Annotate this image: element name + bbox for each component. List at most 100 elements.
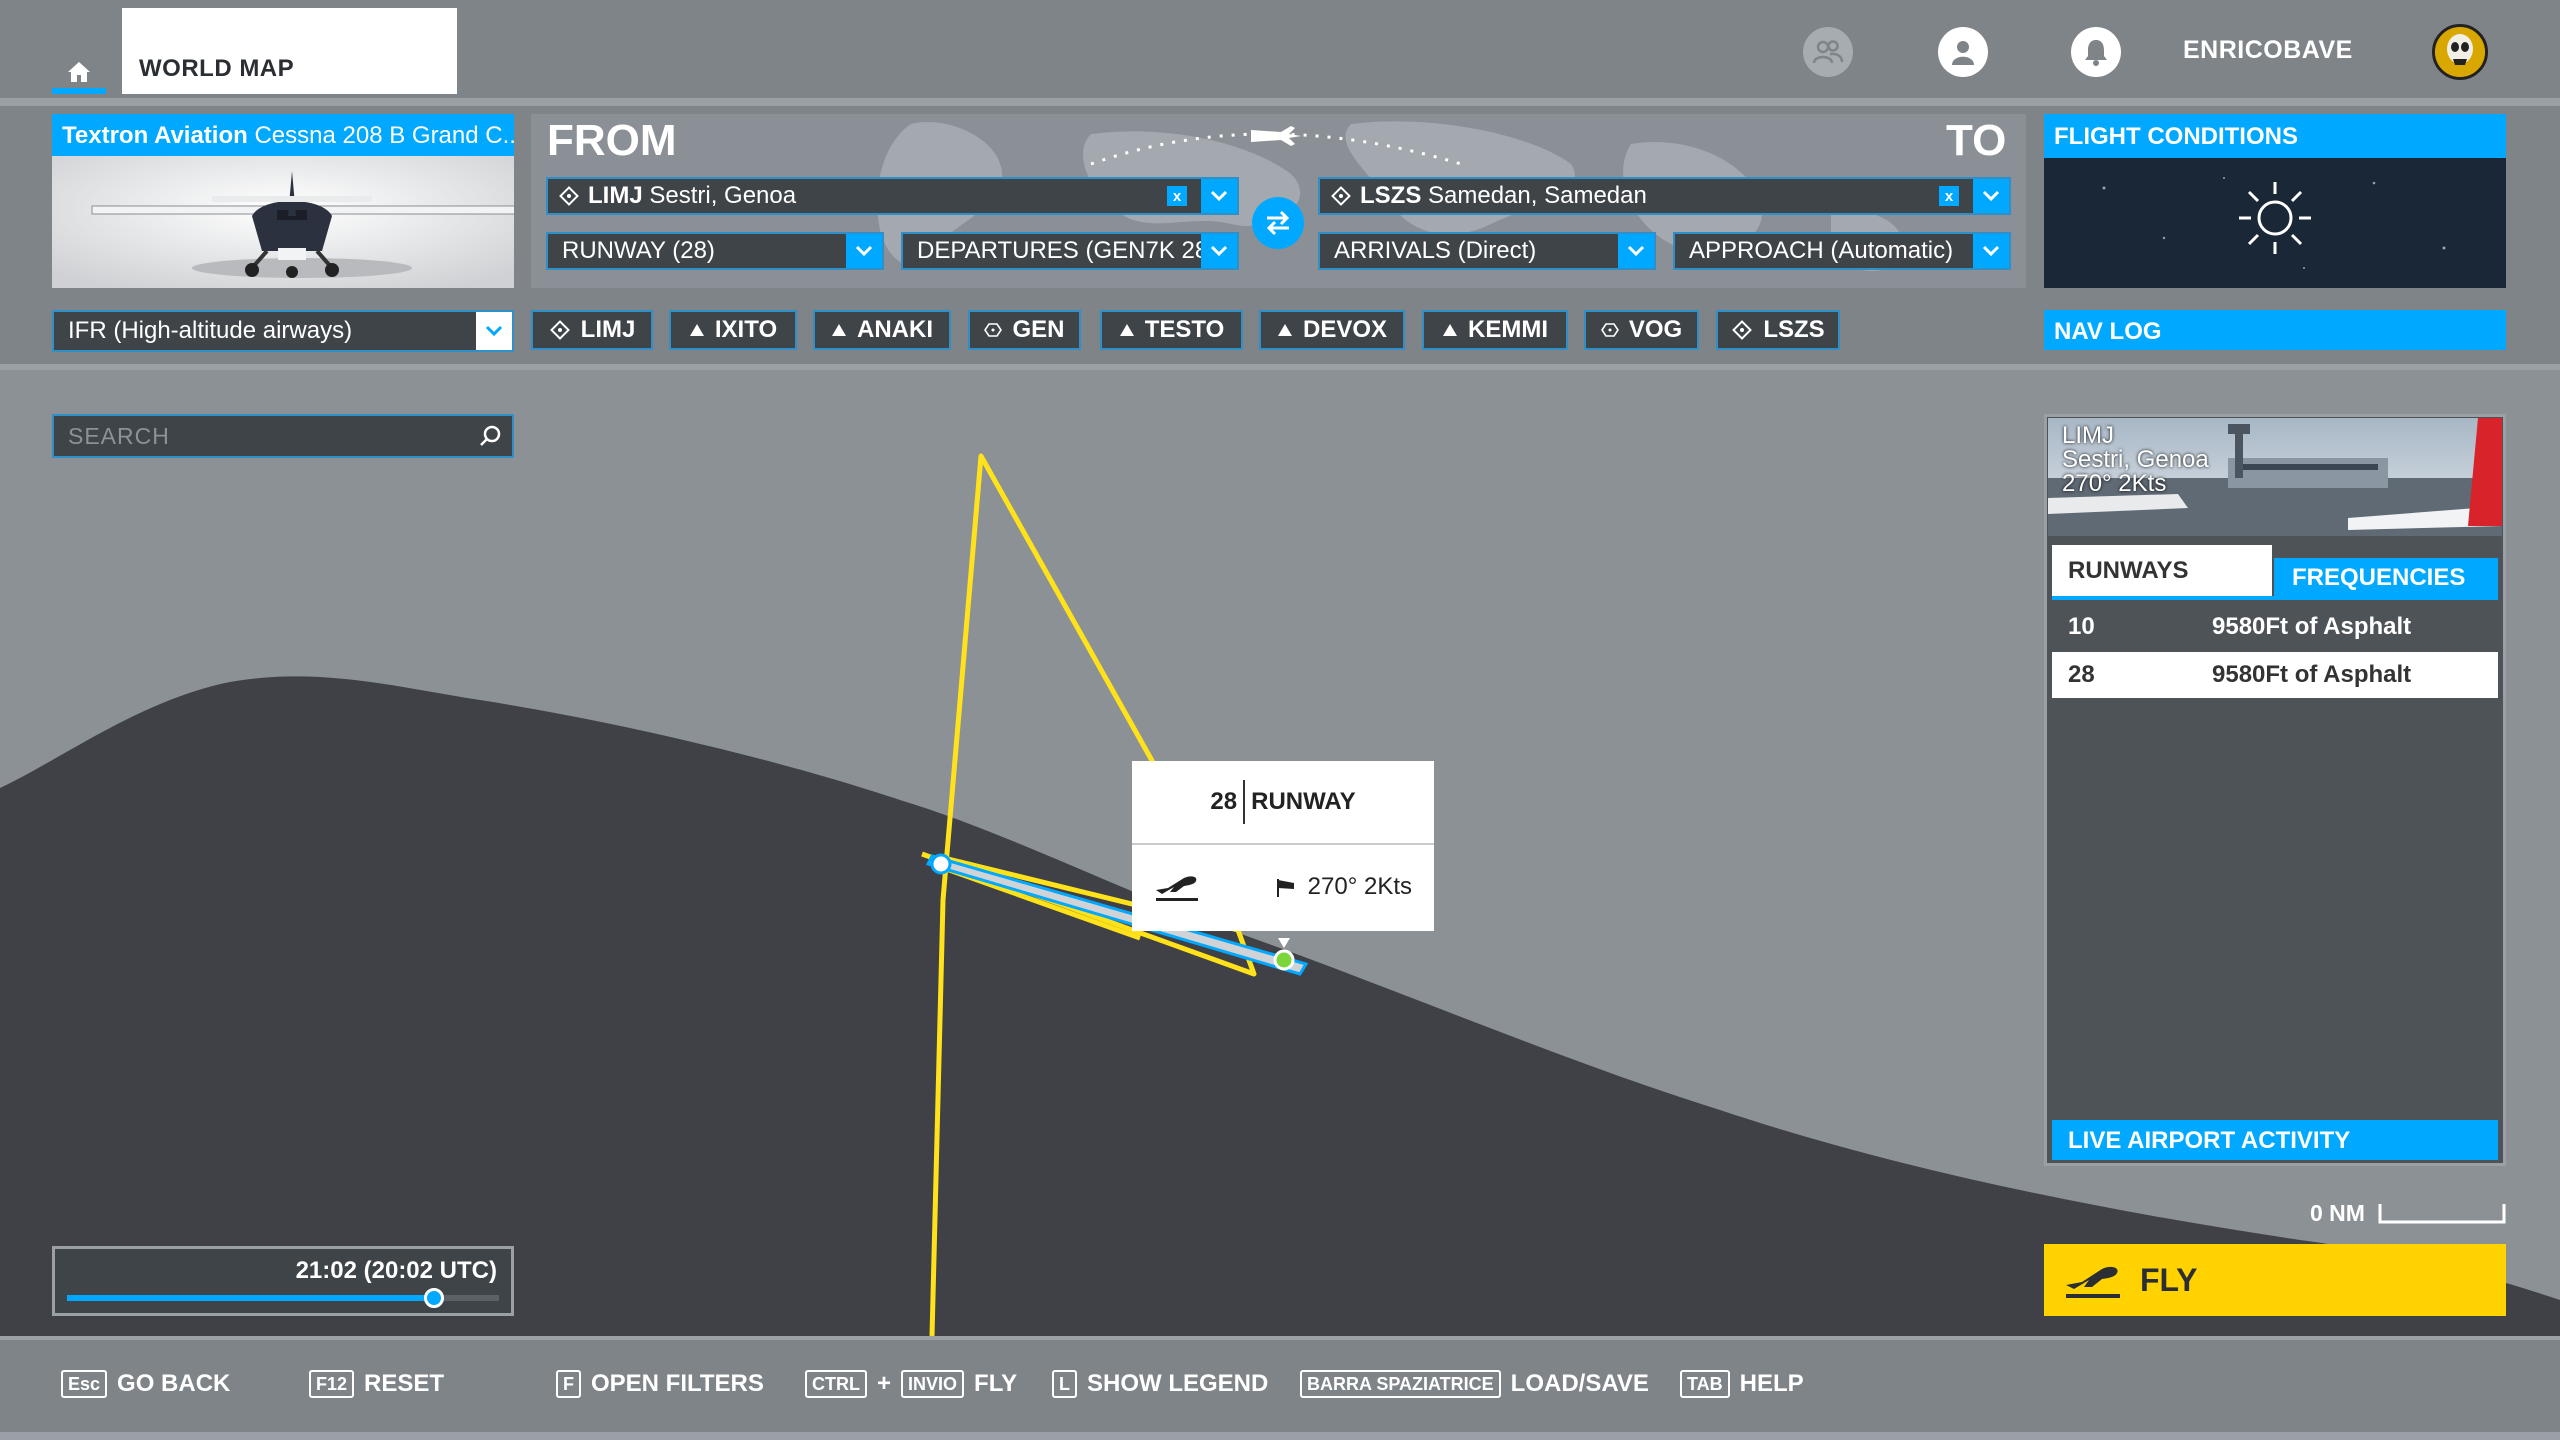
chevron-down-icon bbox=[855, 245, 873, 257]
hotkey-label: HELP bbox=[1739, 1370, 1804, 1397]
airport-icon bbox=[559, 186, 579, 206]
key-cap: INVIO bbox=[901, 1370, 965, 1398]
fly-button-label: FLY bbox=[2140, 1261, 2198, 1298]
flight-plan-type-select[interactable]: IFR (High-altitude airways) bbox=[52, 310, 514, 352]
aircraft-brand: Textron Aviation bbox=[62, 122, 248, 149]
search-input[interactable] bbox=[54, 422, 478, 450]
hotkey-fly[interactable]: CTRL + INVIO FLY bbox=[805, 1370, 1017, 1398]
destination-dropdown-button[interactable] bbox=[1973, 179, 2009, 213]
key-cap: F12 bbox=[309, 1370, 355, 1398]
chevron-down-icon bbox=[1627, 245, 1645, 257]
key-cap: F bbox=[556, 1370, 581, 1398]
wind-value: 270° 2Kts bbox=[1307, 873, 1412, 900]
avatar[interactable] bbox=[2432, 24, 2488, 80]
waypoint-anaki[interactable]: ANAKI bbox=[813, 310, 951, 350]
map-scale: 0 NM bbox=[2310, 1200, 2506, 1230]
live-airport-activity-button[interactable]: LIVE AIRPORT ACTIVITY bbox=[2052, 1120, 2498, 1160]
flight-plan-type-dropdown-button[interactable] bbox=[476, 312, 512, 350]
aircraft-card[interactable]: Textron Aviation Cessna 208 B Grand C... bbox=[52, 114, 514, 288]
waypoint-ixito[interactable]: IXITO bbox=[669, 310, 797, 350]
time-of-day-panel[interactable]: 21:02 (20:02 UTC) bbox=[52, 1246, 514, 1316]
airport-icon bbox=[1331, 186, 1351, 206]
runway-label: RUNWAY bbox=[1251, 788, 1356, 815]
swap-airports-button[interactable] bbox=[1252, 197, 1304, 249]
takeoff-icon bbox=[1156, 876, 1198, 901]
time-slider[interactable] bbox=[67, 1288, 499, 1308]
runway-row-28[interactable]: 28 9580Ft of Asphalt bbox=[2052, 652, 2498, 698]
waypoint-vog[interactable]: VOG bbox=[1584, 310, 1699, 350]
chevron-down-icon bbox=[1210, 190, 1228, 202]
arrivals-select-value: ARRIVALS (Direct) bbox=[1334, 237, 1537, 264]
runway-row-number: 28 bbox=[2068, 661, 2095, 688]
airport-wind: 270° 2Kts bbox=[2062, 470, 2167, 497]
waypoint-label: LIMJ bbox=[580, 316, 636, 343]
triangle-icon bbox=[1443, 324, 1457, 336]
tab-frequencies[interactable]: FREQUENCIES bbox=[2274, 558, 2498, 596]
chevron-down-icon bbox=[485, 325, 503, 337]
runway-row-info: 9580Ft of Asphalt bbox=[2212, 613, 2412, 640]
nav-log-button[interactable]: NAV LOG bbox=[2044, 310, 2506, 350]
username[interactable]: ENRICOBAVE bbox=[2183, 36, 2353, 65]
time-label: 21:02 (20:02 UTC) bbox=[295, 1257, 497, 1284]
hotkey-go-back[interactable]: Esc GO BACK bbox=[61, 1370, 230, 1398]
home-icon bbox=[68, 62, 90, 82]
hotkey-show-legend[interactable]: L SHOW LEGEND bbox=[1052, 1370, 1268, 1398]
divider bbox=[1243, 780, 1246, 824]
hotkey-load-save[interactable]: BARRA SPAZIATRICE LOAD/SAVE bbox=[1300, 1370, 1649, 1398]
runway-dropdown-button[interactable] bbox=[846, 234, 882, 268]
hotkey-reset[interactable]: F12 RESET bbox=[309, 1370, 444, 1398]
hotkey-open-filters[interactable]: F OPEN FILTERS bbox=[556, 1370, 764, 1398]
notifications-bell-icon[interactable] bbox=[2071, 27, 2121, 77]
windsock-icon bbox=[1276, 879, 1294, 897]
waypoint-label: DEVOX bbox=[1302, 316, 1388, 343]
waypoint-kemmi[interactable]: KEMMI bbox=[1422, 310, 1568, 350]
chevron-down-icon bbox=[1210, 245, 1228, 257]
key-cap: L bbox=[1052, 1370, 1077, 1398]
scale-label: 0 NM bbox=[2310, 1200, 2365, 1226]
chevron-down-icon bbox=[1982, 245, 2000, 257]
top-bar-divider bbox=[0, 98, 2560, 106]
search-icon[interactable] bbox=[478, 424, 502, 448]
tab-runways[interactable]: RUNWAYS bbox=[2052, 545, 2272, 599]
origin-airport-field[interactable]: LIMJ Sestri, Genoa x bbox=[546, 177, 1239, 215]
world-map-tab[interactable]: WORLD MAP bbox=[122, 8, 457, 94]
waypoint-testo[interactable]: TESTO bbox=[1100, 310, 1243, 350]
waypoint-limj[interactable]: LIMJ bbox=[531, 310, 653, 350]
destination-name: Samedan, Samedan bbox=[1428, 182, 1647, 209]
origin-dropdown-button[interactable] bbox=[1201, 179, 1237, 213]
destination-airport-field[interactable]: LSZS Samedan, Samedan x bbox=[1318, 177, 2011, 215]
waypoint-devox[interactable]: DEVOX bbox=[1259, 310, 1405, 350]
waypoint-label: LSZS bbox=[1763, 316, 1825, 343]
friends-icon[interactable] bbox=[1803, 27, 1853, 77]
hotkey-label: OPEN FILTERS bbox=[591, 1370, 764, 1397]
aircraft-title: Textron Aviation Cessna 208 B Grand C... bbox=[52, 114, 514, 156]
flight-conditions-panel[interactable]: FLIGHT CONDITIONS bbox=[2044, 114, 2506, 288]
arrivals-dropdown-button[interactable] bbox=[1618, 234, 1654, 268]
map-search-box[interactable] bbox=[52, 414, 514, 458]
triangle-icon bbox=[689, 324, 704, 336]
fly-button[interactable]: FLY bbox=[2044, 1244, 2506, 1316]
runway-row-10[interactable]: 10 9580Ft of Asphalt bbox=[2052, 604, 2498, 650]
approach-select[interactable]: APPROACH (Automatic) bbox=[1673, 232, 2011, 270]
waypoint-label: IXITO bbox=[714, 316, 778, 343]
clear-origin-button[interactable]: x bbox=[1167, 186, 1187, 206]
arrivals-select[interactable]: ARRIVALS (Direct) bbox=[1318, 232, 1656, 270]
time-slider-thumb[interactable] bbox=[424, 1288, 445, 1308]
from-label: FROM bbox=[547, 116, 677, 165]
waypoint-gen[interactable]: GEN bbox=[968, 310, 1081, 350]
departures-select[interactable]: DEPARTURES (GEN7K 28) bbox=[901, 232, 1239, 270]
clear-destination-button[interactable]: x bbox=[1939, 186, 1959, 206]
profile-icon[interactable] bbox=[1938, 27, 1988, 77]
hotkey-help[interactable]: TAB HELP bbox=[1680, 1370, 1804, 1398]
hotkey-label: GO BACK bbox=[117, 1370, 231, 1397]
waypoint-lszs[interactable]: LSZS bbox=[1716, 310, 1840, 350]
hotkey-label: RESET bbox=[364, 1370, 445, 1397]
approach-dropdown-button[interactable] bbox=[1973, 234, 2009, 268]
runway-row-info: 9580Ft of Asphalt bbox=[2212, 661, 2412, 688]
destination-icao: LSZS bbox=[1360, 182, 1422, 209]
wind-info: 270° 2Kts bbox=[1274, 873, 1412, 901]
to-label: TO bbox=[1946, 116, 2007, 165]
runway-popup[interactable]: 28 RUNWAY 270° 2Kts bbox=[1132, 761, 1434, 931]
departures-dropdown-button[interactable] bbox=[1201, 234, 1237, 268]
runway-select[interactable]: RUNWAY (28) bbox=[546, 232, 884, 270]
